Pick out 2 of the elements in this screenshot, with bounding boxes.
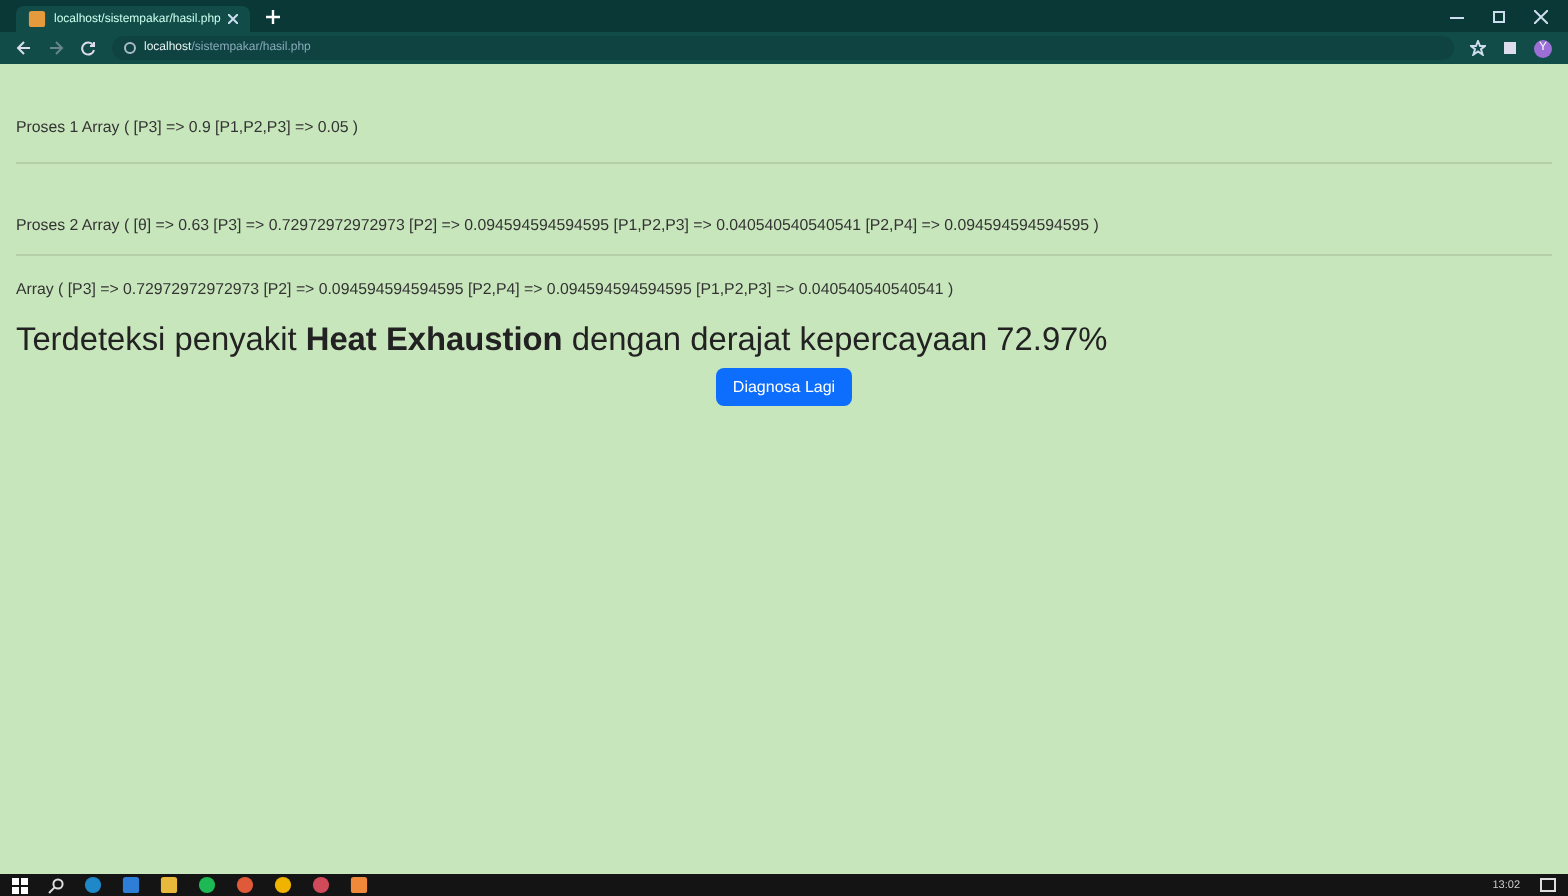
result-heading: Terdeteksi penyakit Heat Exhaustion dengan derajat kepercayaan 72.97%: [16, 322, 1110, 360]
diagnose-again-button[interactable]: Diagnosa Lagi: [716, 368, 852, 406]
